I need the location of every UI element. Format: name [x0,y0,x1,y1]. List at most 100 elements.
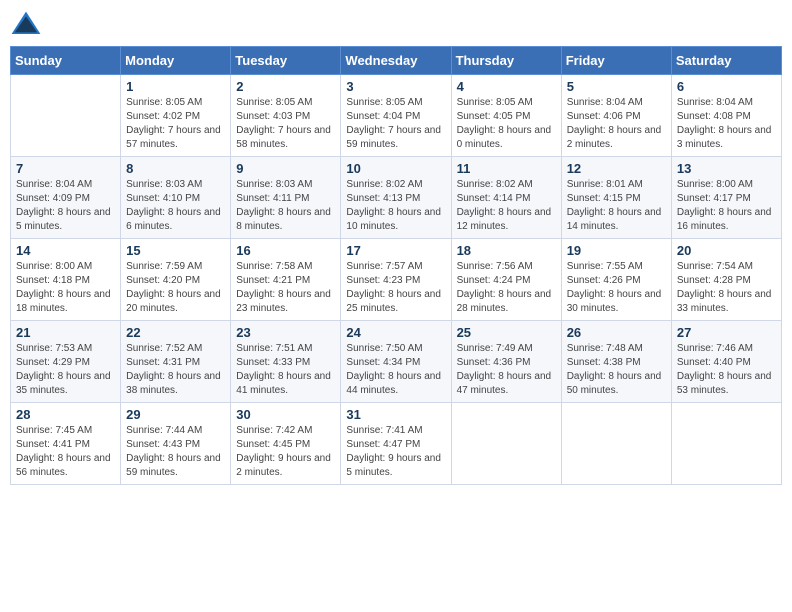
day-number: 3 [346,79,445,94]
weekday-header-tuesday: Tuesday [231,47,341,75]
calendar-cell: 2 Sunrise: 8:05 AMSunset: 4:03 PMDaylight… [231,75,341,157]
calendar-cell: 16 Sunrise: 7:58 AMSunset: 4:21 PMDayligh… [231,239,341,321]
weekday-header-monday: Monday [121,47,231,75]
calendar-cell: 30 Sunrise: 7:42 AMSunset: 4:45 PMDayligh… [231,403,341,485]
logo [10,10,46,38]
weekday-header-friday: Friday [561,47,671,75]
week-row-3: 21 Sunrise: 7:53 AMSunset: 4:29 PMDayligh… [11,321,782,403]
calendar-cell: 22Sunrise: 7:52 AMSunset: 4:31 PMDayligh… [121,321,231,403]
day-number: 11 [457,161,556,176]
day-detail: Sunrise: 8:05 AMSunset: 4:04 PMDaylight:… [346,96,445,152]
day-number: 23 [236,325,335,340]
day-detail: Sunrise: 8:03 AMSunset: 4:10 PMDaylight:… [126,178,225,234]
calendar-cell [561,403,671,485]
day-number: 21 [16,325,115,340]
day-detail: Sunrise: 7:44 AMSunset: 4:43 PMDaylight:… [126,424,225,480]
weekday-header-wednesday: Wednesday [341,47,451,75]
calendar-cell: 31 Sunrise: 7:41 AMSunset: 4:47 PMDayligh… [341,403,451,485]
day-number: 4 [457,79,556,94]
day-number: 27 [677,325,776,340]
calendar-cell: 10 Sunrise: 8:02 AMSunset: 4:13 PMDayligh… [341,157,451,239]
page-header [10,10,782,38]
calendar-cell: 4 Sunrise: 8:05 AMSunset: 4:05 PMDaylight… [451,75,561,157]
calendar-cell [11,75,121,157]
day-number: 28 [16,407,115,422]
day-number: 5 [567,79,666,94]
calendar-cell: 18 Sunrise: 7:56 AMSunset: 4:24 PMDayligh… [451,239,561,321]
day-number: 10 [346,161,445,176]
calendar-cell: 27Sunrise: 7:46 AMSunset: 4:40 PMDayligh… [671,321,781,403]
week-row-4: 28 Sunrise: 7:45 AMSunset: 4:41 PMDayligh… [11,403,782,485]
day-detail: Sunrise: 8:00 AMSunset: 4:17 PMDaylight:… [677,178,776,234]
day-detail: Sunrise: 7:59 AMSunset: 4:20 PMDaylight:… [126,260,225,316]
day-detail: Sunrise: 8:05 AMSunset: 4:02 PMDaylight:… [126,96,225,152]
weekday-header-saturday: Saturday [671,47,781,75]
day-detail: Sunrise: 8:02 AMSunset: 4:13 PMDaylight:… [346,178,445,234]
weekday-header-thursday: Thursday [451,47,561,75]
day-number: 16 [236,243,335,258]
calendar-cell: 21 Sunrise: 7:53 AMSunset: 4:29 PMDayligh… [11,321,121,403]
logo-icon [10,10,42,38]
calendar-cell: 3 Sunrise: 8:05 AMSunset: 4:04 PMDaylight… [341,75,451,157]
week-row-1: 7Sunrise: 8:04 AMSunset: 4:09 PMDaylight… [11,157,782,239]
calendar-table: SundayMondayTuesdayWednesdayThursdayFrid… [10,46,782,485]
calendar-cell: 24 Sunrise: 7:50 AMSunset: 4:34 PMDayligh… [341,321,451,403]
day-number: 6 [677,79,776,94]
week-row-0: 1 Sunrise: 8:05 AMSunset: 4:02 PMDaylight… [11,75,782,157]
day-number: 30 [236,407,335,422]
calendar-cell: 9 Sunrise: 8:03 AMSunset: 4:11 PMDaylight… [231,157,341,239]
day-detail: Sunrise: 7:56 AMSunset: 4:24 PMDaylight:… [457,260,556,316]
day-detail: Sunrise: 8:02 AMSunset: 4:14 PMDaylight:… [457,178,556,234]
calendar-cell: 5 Sunrise: 8:04 AMSunset: 4:06 PMDaylight… [561,75,671,157]
day-number: 13 [677,161,776,176]
day-detail: Sunrise: 7:41 AMSunset: 4:47 PMDaylight:… [346,424,445,480]
day-detail: Sunrise: 7:53 AMSunset: 4:29 PMDaylight:… [16,342,115,398]
day-detail: Sunrise: 8:05 AMSunset: 4:05 PMDaylight:… [457,96,556,152]
calendar-cell: 15Sunrise: 7:59 AMSunset: 4:20 PMDayligh… [121,239,231,321]
day-detail: Sunrise: 7:50 AMSunset: 4:34 PMDaylight:… [346,342,445,398]
day-number: 31 [346,407,445,422]
day-number: 9 [236,161,335,176]
calendar-cell: 29 Sunrise: 7:44 AMSunset: 4:43 PMDayligh… [121,403,231,485]
day-number: 7 [16,161,115,176]
weekday-header-sunday: Sunday [11,47,121,75]
calendar-cell: 8 Sunrise: 8:03 AMSunset: 4:10 PMDaylight… [121,157,231,239]
day-detail: Sunrise: 7:51 AMSunset: 4:33 PMDaylight:… [236,342,335,398]
day-detail: Sunrise: 7:57 AMSunset: 4:23 PMDaylight:… [346,260,445,316]
calendar-cell: 26 Sunrise: 7:48 AMSunset: 4:38 PMDayligh… [561,321,671,403]
calendar-cell: 13 Sunrise: 8:00 AMSunset: 4:17 PMDayligh… [671,157,781,239]
day-number: 18 [457,243,556,258]
day-detail: Sunrise: 8:04 AMSunset: 4:08 PMDaylight:… [677,96,776,152]
day-number: 14 [16,243,115,258]
calendar-cell: 28 Sunrise: 7:45 AMSunset: 4:41 PMDayligh… [11,403,121,485]
day-detail: Sunrise: 7:45 AMSunset: 4:41 PMDaylight:… [16,424,115,480]
day-number: 20 [677,243,776,258]
day-detail: Sunrise: 8:04 AMSunset: 4:06 PMDaylight:… [567,96,666,152]
calendar-cell: 25 Sunrise: 7:49 AMSunset: 4:36 PMDayligh… [451,321,561,403]
calendar-cell: 11 Sunrise: 8:02 AMSunset: 4:14 PMDayligh… [451,157,561,239]
calendar-cell: 1 Sunrise: 8:05 AMSunset: 4:02 PMDaylight… [121,75,231,157]
day-detail: Sunrise: 8:01 AMSunset: 4:15 PMDaylight:… [567,178,666,234]
week-row-2: 14Sunrise: 8:00 AMSunset: 4:18 PMDayligh… [11,239,782,321]
day-detail: Sunrise: 7:42 AMSunset: 4:45 PMDaylight:… [236,424,335,480]
day-number: 1 [126,79,225,94]
day-number: 25 [457,325,556,340]
day-detail: Sunrise: 7:49 AMSunset: 4:36 PMDaylight:… [457,342,556,398]
weekday-header-row: SundayMondayTuesdayWednesdayThursdayFrid… [11,47,782,75]
day-number: 26 [567,325,666,340]
day-number: 8 [126,161,225,176]
day-number: 2 [236,79,335,94]
day-detail: Sunrise: 7:55 AMSunset: 4:26 PMDaylight:… [567,260,666,316]
day-number: 29 [126,407,225,422]
day-detail: Sunrise: 7:48 AMSunset: 4:38 PMDaylight:… [567,342,666,398]
day-detail: Sunrise: 7:58 AMSunset: 4:21 PMDaylight:… [236,260,335,316]
day-number: 12 [567,161,666,176]
calendar-cell [671,403,781,485]
day-number: 19 [567,243,666,258]
calendar-cell: 14Sunrise: 8:00 AMSunset: 4:18 PMDayligh… [11,239,121,321]
day-detail: Sunrise: 8:05 AMSunset: 4:03 PMDaylight:… [236,96,335,152]
day-detail: Sunrise: 7:52 AMSunset: 4:31 PMDaylight:… [126,342,225,398]
day-number: 24 [346,325,445,340]
day-detail: Sunrise: 8:03 AMSunset: 4:11 PMDaylight:… [236,178,335,234]
calendar-cell: 7Sunrise: 8:04 AMSunset: 4:09 PMDaylight… [11,157,121,239]
